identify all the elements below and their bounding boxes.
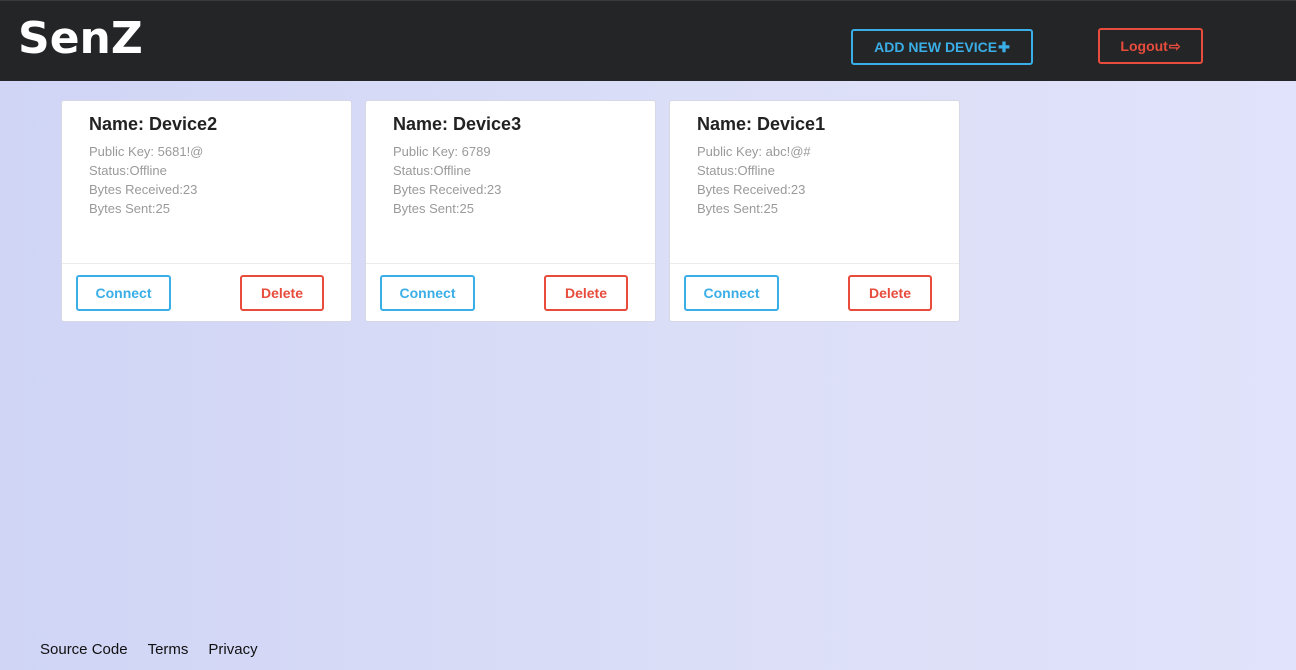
device-details: Public Key: 6789 Status:Offline Bytes Re… [393, 142, 501, 218]
device-details: Public Key: 5681!@ Status:Offline Bytes … [89, 142, 203, 218]
device-name: Name: Device1 [697, 114, 826, 134]
connect-button[interactable]: Connect [76, 275, 171, 311]
device-bytes-sent: Bytes Sent:25 [89, 201, 170, 216]
device-public-key: Public Key: 5681!@ [89, 144, 204, 159]
card-divider [62, 263, 351, 264]
top-nav-bar: SenZ ADD NEW DEVICE ✚ Logout ⇨ [0, 0, 1296, 81]
logout-button[interactable]: Logout ⇨ [1098, 28, 1203, 64]
card-divider [670, 263, 959, 264]
logout-label: Logout [1120, 38, 1168, 54]
delete-button[interactable]: Delete [544, 275, 628, 311]
connect-button[interactable]: Connect [684, 275, 779, 311]
device-public-key: Public Key: 6789 [393, 144, 491, 159]
delete-button[interactable]: Delete [848, 275, 932, 311]
device-bytes-received: Bytes Received:23 [89, 182, 198, 197]
device-bytes-sent: Bytes Sent:25 [393, 201, 474, 216]
device-card: Name: Device1 Public Key: abc!@# Status:… [669, 100, 960, 322]
privacy-link[interactable]: Privacy [208, 641, 257, 658]
plus-icon: ✚ [998, 38, 1010, 55]
device-status: Status:Offline [393, 163, 471, 178]
delete-button[interactable]: Delete [240, 275, 324, 311]
device-bytes-received: Bytes Received:23 [393, 182, 502, 197]
connect-button[interactable]: Connect [380, 275, 475, 311]
device-card: Name: Device2 Public Key: 5681!@ Status:… [61, 100, 352, 322]
card-divider [366, 263, 655, 264]
device-bytes-received: Bytes Received:23 [697, 182, 806, 197]
footer-links: Source Code Terms Privacy [40, 641, 258, 658]
add-new-device-button[interactable]: ADD NEW DEVICE ✚ [851, 29, 1033, 65]
device-status: Status:Offline [697, 163, 775, 178]
device-details: Public Key: abc!@# Status:Offline Bytes … [697, 142, 811, 218]
device-bytes-sent: Bytes Sent:25 [697, 201, 778, 216]
device-public-key: Public Key: abc!@# [697, 144, 811, 159]
source-code-link[interactable]: Source Code [40, 641, 128, 658]
device-status: Status:Offline [89, 163, 167, 178]
device-name: Name: Device3 [393, 114, 522, 134]
app-logo[interactable]: SenZ [18, 11, 143, 67]
device-card: Name: Device3 Public Key: 6789 Status:Of… [365, 100, 656, 322]
device-name: Name: Device2 [89, 114, 218, 134]
add-new-device-label: ADD NEW DEVICE [874, 39, 998, 55]
terms-link[interactable]: Terms [148, 641, 189, 658]
sign-out-icon: ⇨ [1168, 37, 1181, 54]
